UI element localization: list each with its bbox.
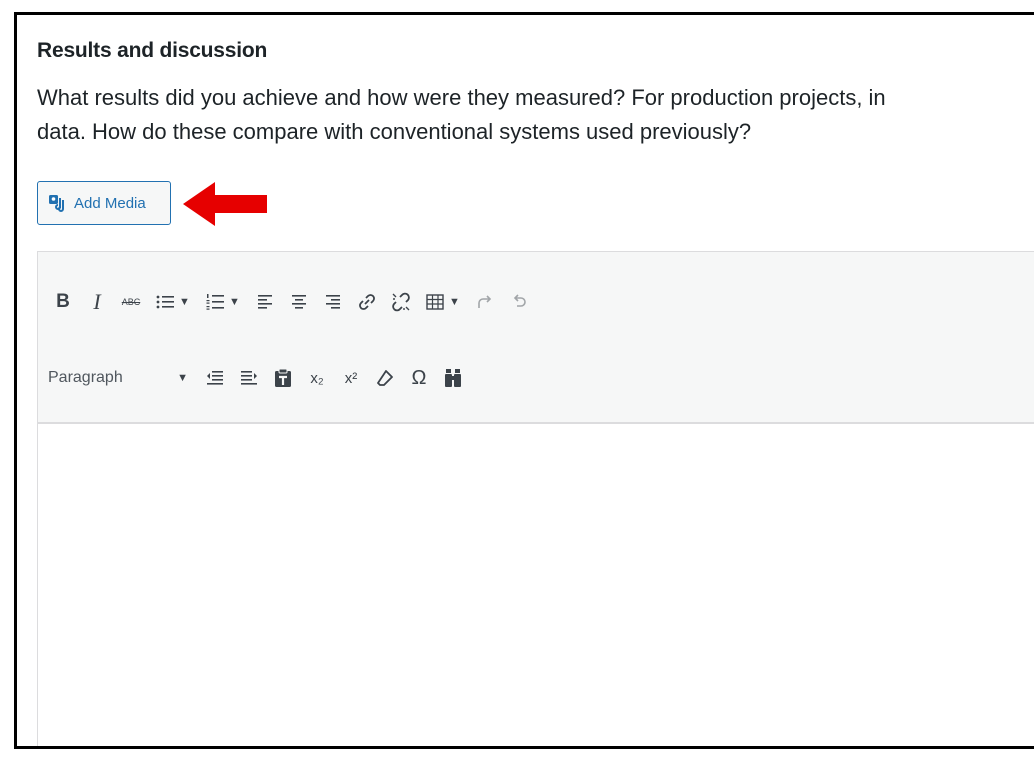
omega-icon: Ω xyxy=(411,366,427,389)
bullet-list-button[interactable]: ▼ xyxy=(150,287,196,317)
section-description: What results did you achieve and how wer… xyxy=(37,81,1034,149)
bullet-list-icon xyxy=(156,295,175,309)
strikethrough-icon: ABC xyxy=(121,297,141,307)
find-replace-button[interactable] xyxy=(438,363,468,393)
toolbar-row-2: Paragraph ▼ x₂ x² Ω xyxy=(48,358,472,398)
subscript-icon: x₂ xyxy=(310,369,324,387)
indent-button[interactable] xyxy=(234,363,264,393)
align-right-icon xyxy=(326,295,340,309)
chevron-down-icon: ▼ xyxy=(179,296,190,308)
italic-icon: I xyxy=(93,289,101,314)
redo-button[interactable] xyxy=(470,287,500,317)
format-select[interactable]: Paragraph ▼ xyxy=(48,361,194,395)
red-arrow-annotation xyxy=(183,182,267,226)
special-character-button[interactable]: Ω xyxy=(404,363,434,393)
chevron-down-icon: ▼ xyxy=(177,372,188,384)
undo-button[interactable] xyxy=(504,287,534,317)
clipboard-icon xyxy=(275,368,291,387)
numbered-list-button[interactable]: ▼ xyxy=(200,287,246,317)
align-left-button[interactable] xyxy=(250,287,280,317)
editor-toolbar: B I ABC ▼ ▼ ▼ Paragraph ▼ x₂ x² Ω xyxy=(38,252,1034,424)
add-media-button[interactable]: Add Media xyxy=(37,181,171,225)
editor-content-area[interactable] xyxy=(38,424,1034,746)
table-icon xyxy=(426,294,444,310)
indent-icon xyxy=(241,371,257,385)
rich-text-editor: B I ABC ▼ ▼ ▼ Paragraph ▼ x₂ x² Ω xyxy=(37,251,1034,746)
table-button[interactable]: ▼ xyxy=(420,287,466,317)
add-media-label: Add Media xyxy=(74,194,146,212)
align-center-icon xyxy=(292,295,306,309)
unlink-button[interactable] xyxy=(386,287,416,317)
section-title: Results and discussion xyxy=(37,39,268,62)
subscript-button[interactable]: x₂ xyxy=(302,363,332,393)
superscript-icon: x² xyxy=(344,369,358,387)
binoculars-icon xyxy=(445,369,461,387)
clear-formatting-button[interactable] xyxy=(370,363,400,393)
align-center-button[interactable] xyxy=(284,287,314,317)
bold-button[interactable]: B xyxy=(48,287,78,317)
outdent-button[interactable] xyxy=(200,363,230,393)
toolbar-row-1: B I ABC ▼ ▼ ▼ xyxy=(48,282,538,322)
strikethrough-button[interactable]: ABC xyxy=(116,287,146,317)
chevron-down-icon: ▼ xyxy=(449,296,460,308)
unlink-icon xyxy=(392,292,410,312)
undo-icon xyxy=(513,294,526,307)
numbered-list-icon xyxy=(206,294,225,310)
italic-button[interactable]: I xyxy=(82,287,112,317)
paste-as-text-button[interactable] xyxy=(268,363,298,393)
media-icon xyxy=(48,194,66,212)
outdent-icon xyxy=(207,371,223,385)
format-select-value: Paragraph xyxy=(48,369,123,386)
chevron-down-icon: ▼ xyxy=(229,296,240,308)
description-line-2: data. How do these compare with conventi… xyxy=(37,119,752,144)
align-left-icon xyxy=(258,295,272,309)
eraser-icon xyxy=(377,370,393,386)
bold-icon: B xyxy=(56,291,70,312)
description-line-1: What results did you achieve and how wer… xyxy=(37,85,886,110)
redo-icon xyxy=(478,295,492,308)
superscript-button[interactable]: x² xyxy=(336,363,366,393)
insert-link-button[interactable] xyxy=(352,287,382,317)
align-right-button[interactable] xyxy=(318,287,348,317)
screenshot-frame: Results and discussion What results did … xyxy=(14,12,1034,749)
link-icon xyxy=(359,294,375,310)
